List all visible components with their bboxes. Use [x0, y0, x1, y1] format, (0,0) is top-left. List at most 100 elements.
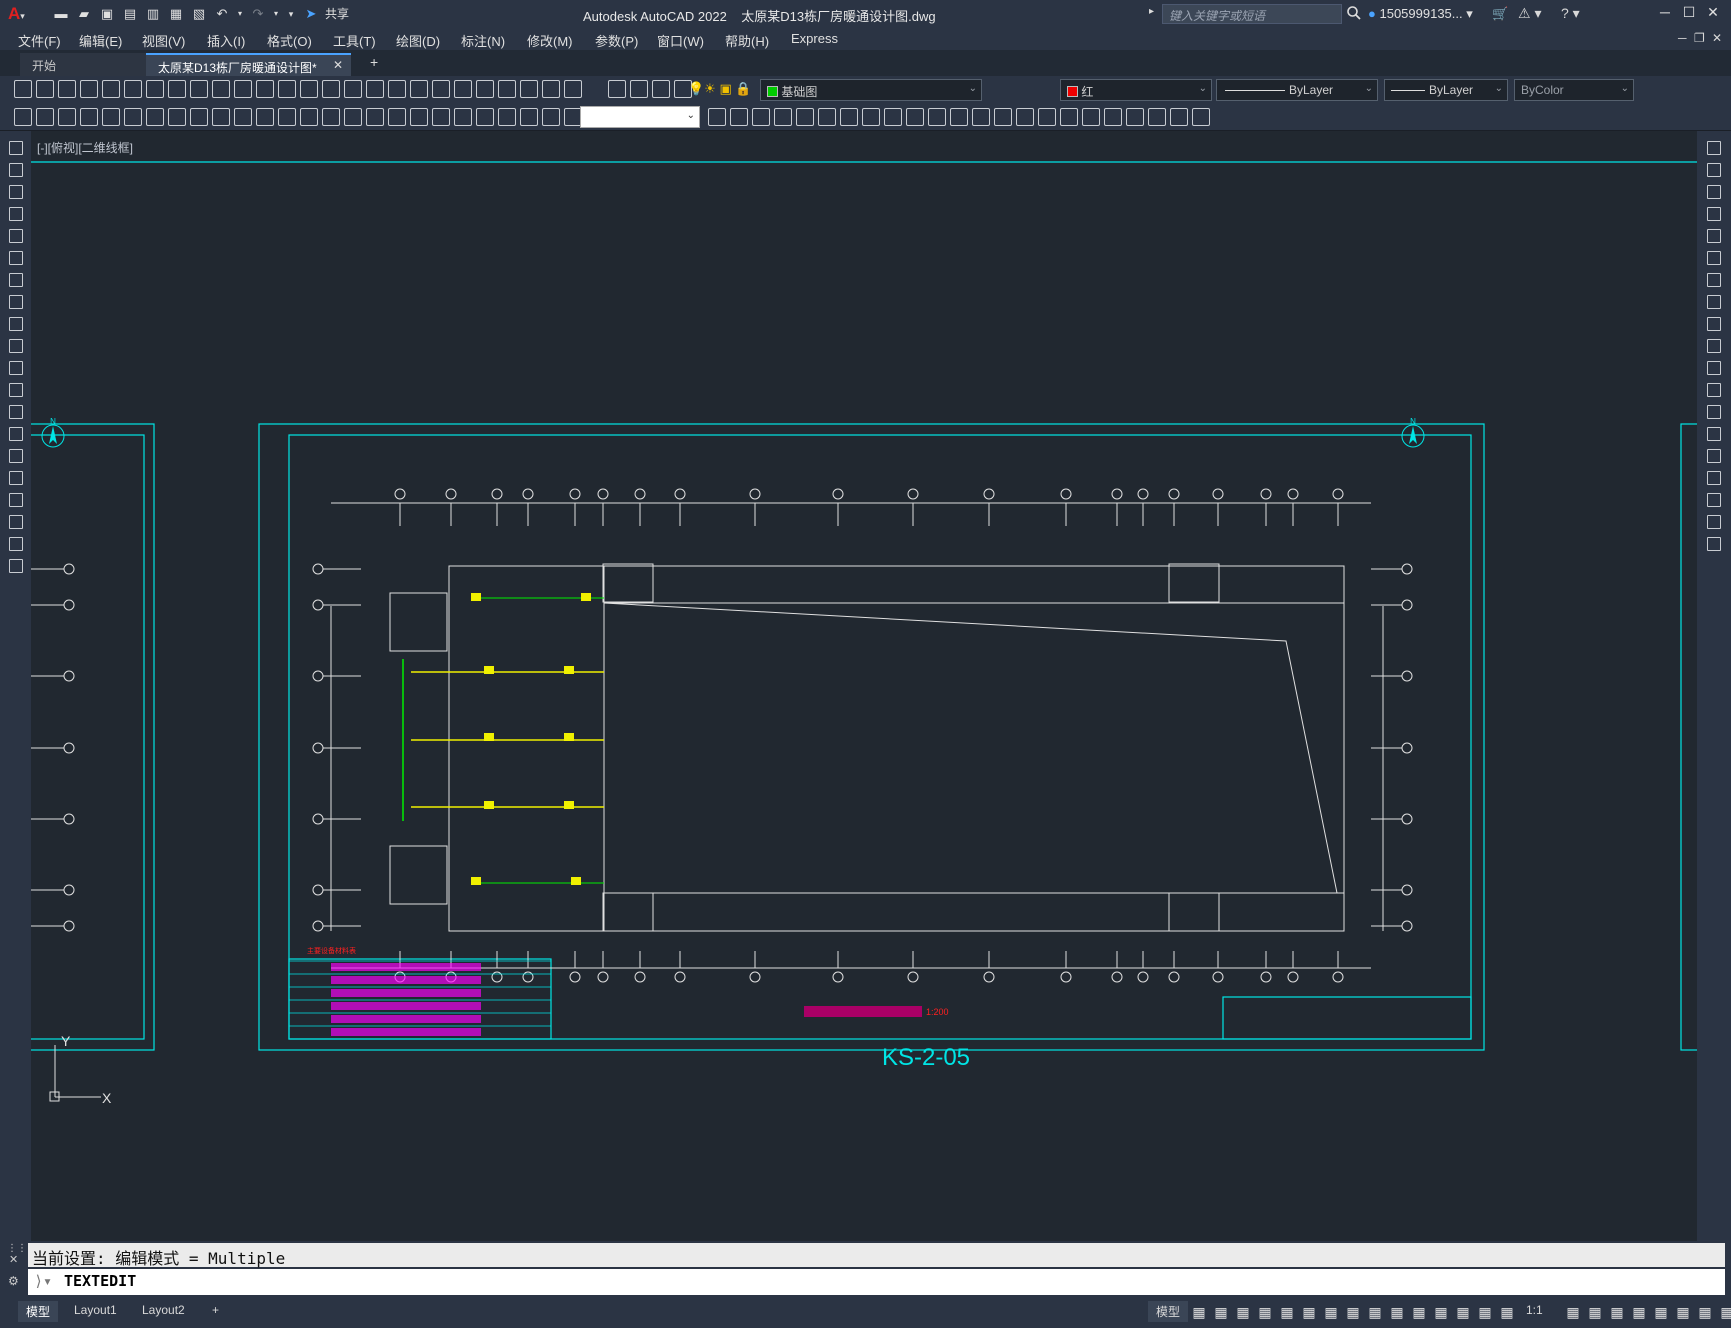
modify-tool-icon[interactable]	[1707, 471, 1721, 485]
dimension-tool-icon[interactable]	[950, 108, 968, 126]
dimension-tool-icon[interactable]	[432, 108, 450, 126]
standard-tool-icon[interactable]	[234, 80, 252, 98]
autocad-logo-button[interactable]: A▾	[8, 4, 34, 24]
customize-qat-icon[interactable]: ▾	[285, 6, 297, 22]
autodesk-app-icon[interactable]: ⚠ ▾	[1518, 5, 1541, 22]
cart-icon[interactable]: 🛒	[1492, 6, 1508, 22]
layer-dropdown[interactable]: 基础图 ⌄	[760, 79, 982, 101]
modify-tool-icon[interactable]	[1707, 339, 1721, 353]
modify-tool-icon[interactable]	[1707, 295, 1721, 309]
standard-tool-icon[interactable]	[300, 80, 318, 98]
search-icon[interactable]	[1346, 5, 1362, 21]
dimension-tool-icon[interactable]	[102, 108, 120, 126]
modify-tool-icon[interactable]	[1707, 163, 1721, 177]
status-toggle-icon[interactable]: ▦	[1256, 1303, 1274, 1321]
modify-tool-icon[interactable]	[1707, 141, 1721, 155]
dimension-tool-icon[interactable]	[300, 108, 318, 126]
dimension-tool-icon[interactable]	[1016, 108, 1034, 126]
menu-edit[interactable]: 编辑(E)	[79, 31, 122, 50]
dimension-tool-icon[interactable]	[520, 108, 538, 126]
status-toggle-icon[interactable]: ▦	[1630, 1303, 1648, 1321]
draw-tool-icon[interactable]	[9, 251, 23, 265]
draw-tool-icon[interactable]	[9, 273, 23, 287]
menu-modify[interactable]: 修改(M)	[527, 31, 573, 50]
status-toggle-icon[interactable]: ▦	[1410, 1303, 1428, 1321]
standard-tool-icon[interactable]	[498, 80, 516, 98]
status-toggle-icon[interactable]: ▦	[1234, 1303, 1252, 1321]
plotstyle-dropdown[interactable]: ByColor ⌄	[1514, 79, 1634, 101]
menu-view[interactable]: 视图(V)	[142, 31, 185, 50]
dimension-tool-icon[interactable]	[774, 108, 792, 126]
status-toggle-icon[interactable]: ▦	[1388, 1303, 1406, 1321]
standard-tool-icon[interactable]	[564, 80, 582, 98]
dimension-tool-icon[interactable]	[58, 108, 76, 126]
standard-tool-icon[interactable]	[124, 80, 142, 98]
dimension-tool-icon[interactable]	[906, 108, 924, 126]
close-window-icon[interactable]: ✕	[1702, 4, 1724, 24]
tab-active-drawing[interactable]: 太原某D13栋厂房暖通设计图* ✕	[146, 53, 351, 76]
standard-tool-icon[interactable]	[190, 80, 208, 98]
draw-tool-icon[interactable]	[9, 295, 23, 309]
draw-tool-icon[interactable]	[9, 317, 23, 331]
standard-tool-icon[interactable]	[366, 80, 384, 98]
standard-tool-icon[interactable]	[36, 80, 54, 98]
status-toggle-icon[interactable]: ▦	[1300, 1303, 1318, 1321]
standard-tool-icon[interactable]	[630, 80, 648, 98]
dimension-tool-icon[interactable]	[972, 108, 990, 126]
dimension-tool-icon[interactable]	[708, 108, 726, 126]
modify-tool-icon[interactable]	[1707, 361, 1721, 375]
dimension-tool-icon[interactable]	[498, 108, 516, 126]
modify-tool-icon[interactable]	[1707, 229, 1721, 243]
redo-dropdown-icon[interactable]: ▾	[272, 6, 280, 22]
dimension-tool-icon[interactable]	[476, 108, 494, 126]
dimension-tool-icon[interactable]	[366, 108, 384, 126]
command-close-icon[interactable]: ✕	[9, 1253, 18, 1266]
standard-tool-icon[interactable]	[256, 80, 274, 98]
draw-tool-icon[interactable]	[9, 537, 23, 551]
standard-tool-icon[interactable]	[80, 80, 98, 98]
layout-tab-layout2[interactable]: Layout2	[134, 1301, 193, 1319]
modify-tool-icon[interactable]	[1707, 273, 1721, 287]
status-toggle-icon[interactable]: ▦	[1190, 1303, 1208, 1321]
draw-tool-icon[interactable]	[9, 207, 23, 221]
draw-tool-icon[interactable]	[9, 559, 23, 573]
doc-close-icon[interactable]: ✕	[1712, 31, 1722, 45]
search-input[interactable]: 键入关键字或短语	[1162, 4, 1342, 24]
standard-tool-icon[interactable]	[14, 80, 32, 98]
status-toggle-icon[interactable]: ▦	[1454, 1303, 1472, 1321]
dimension-tool-icon[interactable]	[410, 108, 428, 126]
draw-tool-icon[interactable]	[9, 185, 23, 199]
dimension-tool-icon[interactable]	[14, 108, 32, 126]
status-toggle-icon[interactable]: ▦	[1344, 1303, 1362, 1321]
undo-icon[interactable]: ↶	[213, 6, 231, 22]
dimension-tool-icon[interactable]	[1104, 108, 1122, 126]
draw-tool-icon[interactable]	[9, 427, 23, 441]
dimension-tool-icon[interactable]	[840, 108, 858, 126]
standard-tool-icon[interactable]	[652, 80, 670, 98]
doc-minimize-icon[interactable]: ─	[1678, 31, 1687, 45]
dimension-tool-icon[interactable]	[168, 108, 186, 126]
save-to-web-icon[interactable]: ▦	[167, 6, 185, 22]
standard-tool-icon[interactable]	[388, 80, 406, 98]
search-expand-icon[interactable]: ▸	[1149, 6, 1154, 17]
standard-tool-icon[interactable]	[168, 80, 186, 98]
add-layout-icon[interactable]: +	[204, 1301, 227, 1319]
draw-tool-icon[interactable]	[9, 471, 23, 485]
dimension-tool-icon[interactable]	[256, 108, 274, 126]
tab-start[interactable]: 开始	[20, 53, 146, 76]
dimension-tool-icon[interactable]	[234, 108, 252, 126]
dimension-tool-icon[interactable]	[388, 108, 406, 126]
dimension-tool-icon[interactable]	[1126, 108, 1144, 126]
menu-file[interactable]: 文件(F)	[18, 31, 61, 50]
undo-dropdown-icon[interactable]: ▾	[236, 6, 244, 22]
draw-tool-icon[interactable]	[9, 515, 23, 529]
dimension-tool-icon[interactable]	[124, 108, 142, 126]
draw-tool-icon[interactable]	[9, 493, 23, 507]
standard-tool-icon[interactable]	[344, 80, 362, 98]
status-toggle-icon[interactable]: ▦	[1652, 1303, 1670, 1321]
menu-help[interactable]: 帮助(H)	[725, 31, 769, 50]
new-file-icon[interactable]: ▬	[52, 6, 70, 22]
dimension-tool-icon[interactable]	[884, 108, 902, 126]
status-toggle-icon[interactable]: ▦	[1498, 1303, 1516, 1321]
dimension-tool-icon[interactable]	[1038, 108, 1056, 126]
